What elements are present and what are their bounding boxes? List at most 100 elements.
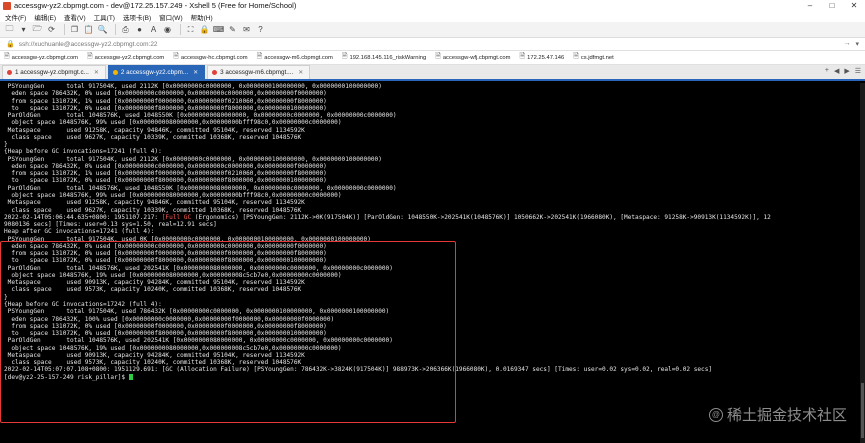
link-item[interactable]: 🗎 accessgw-yz.cbpmgt.com <box>4 52 78 63</box>
terminal-line: {Heap before GC invocations=17242 (full … <box>4 300 162 308</box>
address-url[interactable]: ssh://xuchuanle@accessgw-yz2.cbpmgt.com:… <box>19 41 158 48</box>
terminal-line: class space used 9573K, capacity 10240K,… <box>4 359 302 367</box>
terminal-line: from space 131072K, 0% used [0x00000000f… <box>4 322 327 330</box>
terminal-line: PSYoungGen total 917504K, used 2112K [0x… <box>4 83 382 90</box>
session-tab-bar: 1 accessgw-yz.cbpmgt.c... ✕ 2 accessgw-y… <box>0 65 865 81</box>
dropdown-icon[interactable]: ▾ <box>855 40 859 48</box>
terminal-line: {Heap before GC invocations=17241 (full … <box>4 148 162 156</box>
terminal-scrollbar[interactable] <box>860 83 865 443</box>
link-item[interactable]: 🗎 192.168.145.116_riskWarning <box>342 52 426 63</box>
print-icon[interactable]: ⎙ <box>120 24 131 35</box>
tab-close-icon[interactable]: ✕ <box>193 69 198 76</box>
link-item[interactable]: 🗎 accessgw-yz2.cbpmgt.com <box>87 52 164 63</box>
tab-session-2[interactable]: 2 accessgw-yz2.cbpm... ✕ <box>107 65 206 79</box>
chat-icon[interactable]: ✉ <box>241 24 252 35</box>
terminal-line: ParOldGen total 1048576K, used 1048550K … <box>4 184 397 192</box>
xshell-logo-icon <box>3 1 11 10</box>
menu-view[interactable]: 查看(V) <box>64 12 86 22</box>
terminal-line: eden space 786432K, 100% used [0x0000000… <box>4 315 335 323</box>
terminal-line: ParOldGen total 1048576K, used 1048550K … <box>4 112 397 120</box>
reconnect-icon[interactable]: ⟳ <box>46 24 57 35</box>
font-icon[interactable]: A <box>148 24 159 35</box>
prev-tab-icon[interactable]: ◀ <box>834 67 839 75</box>
terminal-output[interactable]: PSYoungGen total 917504K, used 2112K [0x… <box>0 83 860 443</box>
next-tab-icon[interactable]: ▶ <box>844 67 849 75</box>
arrow-right-icon[interactable]: → <box>843 40 850 48</box>
terminal-line: eden space 786432K, 0% used [0x00000000c… <box>4 90 327 98</box>
document-icon: 🗎 <box>256 53 263 60</box>
document-icon: 🗎 <box>573 53 579 60</box>
terminal-line: } <box>4 141 8 149</box>
find-icon[interactable]: 🔍 <box>97 24 108 35</box>
session-icon: 🔒 <box>6 41 15 48</box>
close-icon[interactable]: ✕ <box>843 0 865 11</box>
terminal-line: eden space 786432K, 0% used [0x00000000c… <box>4 162 327 170</box>
terminal-line: from space 131072K, 0% used [0x00000000f… <box>4 250 327 258</box>
document-icon: 🗎 <box>173 53 179 60</box>
document-icon: 🗎 <box>519 53 526 60</box>
terminal-line: PSYoungGen total 917504K, used 2112K [0x… <box>4 155 382 163</box>
add-tab-icon[interactable]: + <box>825 67 829 75</box>
terminal-line: class space used 9573K, capacity 10240K,… <box>4 286 302 294</box>
globe-icon[interactable]: ● <box>134 24 145 35</box>
tab-session-3[interactable]: 3 accessgw-m6.cbpmgt.... ✕ <box>207 65 311 79</box>
terminal-line: Metaspace used 90913K, capacity 94284K, … <box>4 279 305 287</box>
status-dot-icon <box>7 70 12 75</box>
menu-tab[interactable]: 选项卡(B) <box>123 12 151 22</box>
document-icon: 🗎 <box>4 53 10 60</box>
terminal-line: object space 1048576K, 99% used [0x00000… <box>4 119 342 127</box>
link-item[interactable]: 🗎 accessgw-hc.cbpmgt.com <box>173 52 247 63</box>
full-gc-marker: [Full GC <box>161 213 192 221</box>
tab-session-1[interactable]: 1 accessgw-yz.cbpmgt.c... ✕ <box>2 65 106 79</box>
script-icon[interactable]: ✎ <box>227 24 238 35</box>
keyboard-icon[interactable]: ⌨ <box>213 24 225 35</box>
tab-menu-icon[interactable]: ☰ <box>855 67 861 75</box>
tab-close-icon[interactable]: ✕ <box>298 69 303 76</box>
terminal-lines-before: PSYoungGen total 917504K, used 2112K [0x… <box>4 83 860 214</box>
document-icon: 🗎 <box>435 53 441 60</box>
shell-prompt[interactable]: [dev@yz2-25-157-249 risk_pillar]$ <box>4 373 860 381</box>
terminal-line: to space 131072K, 0% used [0x00000000f80… <box>4 330 327 338</box>
menu-bar: 文件(F) 编辑(E) 查看(V) 工具(T) 选项卡(B) 窗口(W) 帮助(… <box>0 11 865 22</box>
terminal-line: eden space 786432K, 0% used [0x00000000c… <box>4 242 327 250</box>
minimize-icon[interactable]: – <box>799 0 821 11</box>
menu-help[interactable]: 帮助(H) <box>191 12 213 22</box>
terminal-line: ParOldGen total 1048576K, used 202541K [… <box>4 337 393 345</box>
terminal-line: object space 1048576K, 99% used [0x00000… <box>4 191 342 199</box>
toolbar-separator <box>64 24 65 35</box>
terminal-line: PSYoungGen total 917504K, used 0K [0x000… <box>4 235 371 243</box>
terminal-line: to space 131072K, 0% used [0x00000000f80… <box>4 177 327 185</box>
copy-icon[interactable]: ❐ <box>69 24 80 35</box>
watermark: @ 稀土掘金技术社区 <box>708 404 847 425</box>
link-item[interactable]: 🗎 172.25.47.146 <box>519 52 564 63</box>
status-dot-icon <box>212 70 218 75</box>
lock-icon[interactable]: 🔒 <box>199 24 210 35</box>
link-item[interactable]: 🗎 accessgw-wfj.cbpmgt.com <box>435 52 510 63</box>
terminal-line: Metaspace used 91258K, capacity 94846K, … <box>4 199 305 207</box>
full-gc-line-cont: 9080136 secs] [Times: user=0.13 sys=1.50… <box>4 221 217 229</box>
terminal-line: ParOldGen total 1048576K, used 202541K [… <box>4 264 393 272</box>
help-icon[interactable]: ? <box>255 24 266 35</box>
menu-window[interactable]: 窗口(W) <box>159 12 182 22</box>
fullscreen-icon[interactable]: ⛶ <box>185 24 196 35</box>
scrollbar-thumb[interactable] <box>861 383 864 438</box>
title-bar: accessgw-yz2.cbpmgt.com - dev@172.25.157… <box>0 0 865 11</box>
color-icon[interactable]: ◉ <box>162 24 173 35</box>
paste-icon[interactable]: 📋 <box>83 24 94 35</box>
terminal-lines-after: Heap after GC invocations=17241 (full 4)… <box>4 228 860 373</box>
address-bar[interactable]: 🔒 ssh://xuchuanle@accessgw-yz2.cbpmgt.co… <box>0 38 865 51</box>
open-folder-icon[interactable]: 🗁 <box>32 24 43 35</box>
links-bar: 🗎 accessgw-yz.cbpmgt.com 🗎 accessgw-yz2.cb… <box>0 51 865 65</box>
tab-close-icon[interactable]: ✕ <box>94 69 99 76</box>
link-item[interactable]: 🗎 cs.jdfmgt.net <box>573 52 614 63</box>
dropdown-icon[interactable]: ▾ <box>18 24 29 35</box>
link-item[interactable]: 🗎 accessgw-m6.cbpmgt.com <box>257 52 333 63</box>
menu-file[interactable]: 文件(F) <box>5 12 26 22</box>
terminal-line: Heap after GC invocations=17241 (full 4)… <box>4 228 155 236</box>
menu-edit[interactable]: 编辑(E) <box>34 12 56 22</box>
toolbar: 🗀 ▾ 🗁 ⟳ ❐ 📋 🔍 ⎙ ● A ◉ ⛶ 🔒 ⌨ ✎ ✉ ? <box>0 22 865 38</box>
address-actions: → ▾ <box>838 40 859 48</box>
menu-tools[interactable]: 工具(T) <box>94 12 115 22</box>
maximize-icon[interactable]: □ <box>821 0 843 11</box>
new-session-icon[interactable]: 🗀 <box>4 24 15 35</box>
